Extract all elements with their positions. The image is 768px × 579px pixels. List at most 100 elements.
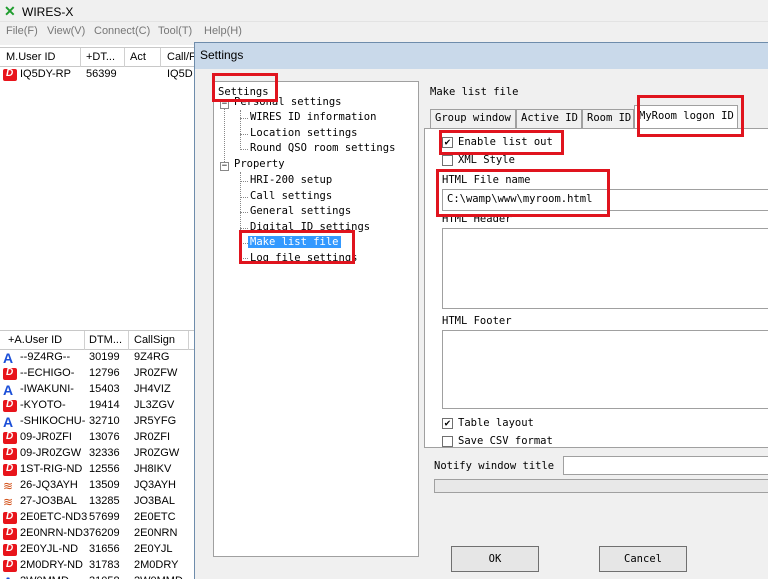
digital-node-icon	[3, 543, 17, 556]
row-dtmf: 31656	[89, 543, 120, 555]
menu-file[interactable]: File(F)	[6, 25, 38, 37]
user-list-row[interactable]: --ECHIGO- 12796 JR0ZFW	[0, 366, 196, 382]
digital-node-icon	[3, 527, 17, 540]
html-footer-label: HTML Footer	[442, 315, 512, 327]
row-dtmf: 30199	[89, 351, 120, 363]
row-call: JQ3AYH	[134, 479, 176, 491]
row-dtmf: 12556	[89, 463, 120, 475]
xml-style-label: XML Style	[458, 154, 515, 166]
row-call: JR5YFG	[134, 415, 177, 427]
user-list-row[interactable]: -KYOTO- 19414 JL3ZGV	[0, 398, 196, 414]
analog-node-icon: A	[3, 350, 14, 366]
row-id: 2E0NRN-ND3	[20, 527, 90, 539]
tree-location-settings[interactable]: Location settings	[250, 127, 357, 139]
tab-room-id[interactable]: Room ID	[582, 109, 634, 129]
user-list-row[interactable]: A2W0MMD-...310582W0MMD	[0, 574, 196, 579]
row-call: 9Z4RG	[134, 351, 170, 363]
row-dtmf: 13285	[89, 495, 120, 507]
row-id: 09-JR0ZGW	[20, 447, 82, 459]
user-list-row[interactable]: 2M0DRY-ND 31783 2M0DRY	[0, 558, 196, 574]
tree-call-settings[interactable]: Call settings	[250, 190, 332, 202]
menu-connect[interactable]: Connect(C)	[94, 25, 150, 37]
wires-x-logo-icon: ✕	[4, 3, 16, 19]
row-id: 2M0DRY-ND	[20, 559, 83, 571]
user-list-row[interactable]: 2E0ETC-ND357699 2E0ETC	[0, 510, 196, 526]
app-titlebar: ✕ WIRES-X	[0, 0, 768, 22]
row-dtmf: 32710	[89, 415, 120, 427]
tree-round-qso-room-settings[interactable]: Round QSO room settings	[250, 142, 395, 154]
dialog-titlebar: Settings	[195, 43, 768, 69]
row-dtmf: 76209	[89, 527, 120, 539]
row-dtmf: 13509	[89, 479, 120, 491]
menu-view[interactable]: View(V)	[47, 25, 85, 37]
user-list-row[interactable]: 2E0NRN-ND376209 2E0NRN	[0, 526, 196, 542]
col-auser-id[interactable]: +A.User ID	[8, 334, 62, 346]
user-list-row[interactable]: A --9Z4RG-- 30199 9Z4RG	[0, 350, 196, 366]
user-list-row[interactable]: ≋ 27-JO3BAL 13285 JO3BAL	[0, 494, 196, 510]
row-id: IQ5DY-RP	[20, 68, 71, 80]
col-dtmf[interactable]: +DT...	[86, 51, 115, 63]
ok-button[interactable]: OK	[451, 546, 539, 572]
row-call: IQ5D	[167, 68, 193, 80]
save-csv-checkbox[interactable]	[442, 436, 453, 447]
notify-window-title-label: Notify window title	[434, 460, 555, 472]
panel-title: Make list file	[430, 86, 519, 98]
row-call: 2W0MMD	[134, 575, 183, 579]
tree-hri-200-setup[interactable]: HRI-200 setup	[250, 174, 332, 186]
tab-group-window[interactable]: Group window	[430, 109, 516, 129]
row-dtmf: 31783	[89, 559, 120, 571]
highlight-html-file-name	[436, 169, 610, 217]
tab-active-id[interactable]: Active ID	[516, 109, 582, 129]
row-call: 2M0DRY	[134, 559, 179, 571]
html-header-textarea[interactable]	[442, 228, 768, 309]
top-list-row[interactable]: IQ5DY-RP 56399 IQ5D	[0, 67, 196, 83]
table-layout-checkbox[interactable]: ✔	[442, 418, 453, 429]
menu-tool[interactable]: Tool(T)	[158, 25, 192, 37]
col-callsign[interactable]: CallSign	[134, 334, 175, 346]
user-list-row[interactable]: ≋ 26-JQ3AYH 13509 JQ3AYH	[0, 478, 196, 494]
html-footer-textarea[interactable]	[442, 330, 768, 409]
menu-help[interactable]: Help(H)	[204, 25, 242, 37]
row-id: 2W0MMD-...	[20, 575, 82, 579]
row-id: 09-JR0ZFI	[20, 431, 72, 443]
user-list-row[interactable]: A -SHIKOCHU- 32710 JR5YFG	[0, 414, 196, 430]
row-call: JH8IKV	[134, 463, 172, 475]
user-list-row[interactable]: 2E0YJL-ND 31656 2E0YJL	[0, 542, 196, 558]
app-title: WIRES-X	[22, 5, 74, 19]
user-list-row[interactable]: 09-JR0ZGW 32336 JR0ZGW	[0, 446, 196, 462]
collapse-icon[interactable]: −	[220, 162, 229, 171]
wifi-node-icon: ≋	[3, 495, 14, 509]
row-id: --ECHIGO-	[20, 367, 75, 379]
notify-window-title-field[interactable]	[563, 456, 768, 475]
top-list-header: M.User ID +DT... Act Call/F	[0, 47, 196, 67]
row-call: JR0ZGW	[134, 447, 180, 459]
user-list-row[interactable]: A -IWAKUNI- 15403 JH4VIZ	[0, 382, 196, 398]
tree-general-settings[interactable]: General settings	[250, 205, 351, 217]
digital-node-icon	[3, 68, 17, 81]
digital-node-icon	[3, 463, 17, 476]
cancel-button[interactable]: Cancel	[599, 546, 687, 572]
row-dtmf: 13076	[89, 431, 120, 443]
row-dtmf: 31058	[89, 575, 120, 579]
highlight-enable-list-out	[439, 130, 564, 155]
user-list-row[interactable]: 09-JR0ZFI 13076 JR0ZFI	[0, 430, 196, 446]
row-id: -IWAKUNI-	[20, 383, 74, 395]
col-dtmf[interactable]: DTM...	[89, 334, 122, 346]
user-list-row[interactable]: 1ST-RIG-ND 12556 JH8IKV	[0, 462, 196, 478]
digital-node-icon	[3, 447, 17, 460]
menu-bar: File(F) View(V) Connect(C) Tool(T) Help(…	[0, 22, 768, 41]
row-call: 2E0NRN	[134, 527, 178, 539]
col-muser-id[interactable]: M.User ID	[6, 51, 56, 63]
row-call: 2E0YJL	[134, 543, 173, 555]
tree-wires-id-information[interactable]: WIRES ID information	[250, 111, 376, 123]
col-act[interactable]: Act	[130, 51, 146, 63]
node-list-panel: M.User ID +DT... Act Call/F IQ5DY-RP 563…	[0, 45, 196, 579]
row-id: 2E0YJL-ND	[20, 543, 79, 555]
table-layout-label: Table layout	[458, 417, 534, 429]
tree-property[interactable]: Property	[234, 158, 285, 170]
row-id: 2E0ETC-ND3	[20, 511, 88, 523]
xml-style-checkbox[interactable]	[442, 155, 453, 166]
col-call[interactable]: Call/F	[167, 51, 196, 63]
row-dtmf: 57699	[89, 511, 120, 523]
digital-node-icon	[3, 511, 17, 524]
